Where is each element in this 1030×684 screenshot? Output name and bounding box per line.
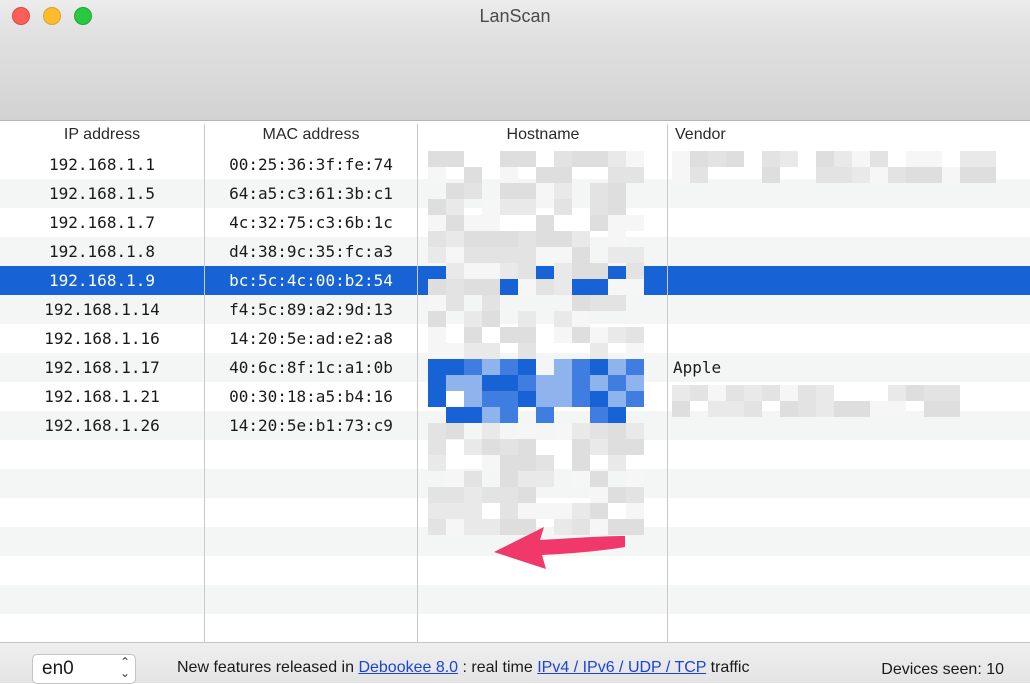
promo-suffix: traffic: [710, 659, 750, 676]
promo-prefix: New features released in: [177, 659, 354, 676]
arrow-left-icon: [494, 527, 625, 569]
interface-select[interactable]: en0 ⌃ ⌄: [32, 654, 136, 684]
mac-cell: 00:30:18:a5:b4:16: [229, 387, 393, 406]
column-header-mac[interactable]: MAC address: [205, 126, 417, 144]
protocols-link[interactable]: IPv4 / IPv6 / UDP / TCP: [537, 659, 706, 676]
ip-cell: 192.168.1.8: [49, 242, 155, 261]
ip-cell: 192.168.1.1: [49, 155, 155, 174]
empty-row: [0, 585, 1030, 614]
vendor-cell: Apple: [673, 358, 722, 377]
column-header-ip[interactable]: IP address: [0, 126, 204, 144]
redacted-vendor: [672, 385, 972, 417]
mac-cell: 00:25:36:3f:fe:74: [229, 155, 393, 174]
chevron-updown-icon: ⌃ ⌄: [119, 655, 130, 680]
mac-cell: bc:5c:4c:00:b2:54: [229, 271, 393, 290]
mac-cell: f4:5c:89:a2:9d:13: [229, 300, 393, 319]
mac-cell: 14:20:5e:ad:e2:a8: [229, 329, 393, 348]
ip-cell: 192.168.1.26: [44, 416, 160, 435]
promo-text: New features released in Debookee 8.0 : …: [177, 659, 749, 677]
interface-value: en0: [42, 658, 74, 679]
redacted-vendor: [672, 151, 996, 183]
empty-row: [0, 614, 1030, 642]
mac-cell: 40:6c:8f:1c:a1:0b: [229, 358, 393, 377]
redacted-hostnames: [428, 151, 644, 535]
column-divider[interactable]: [667, 124, 668, 642]
ip-cell: 192.168.1.16: [44, 329, 160, 348]
ip-cell: 192.168.1.7: [49, 213, 155, 232]
mac-cell: 4c:32:75:c3:6b:1c: [229, 213, 393, 232]
ip-cell: 192.168.1.5: [49, 184, 155, 203]
ip-cell: 192.168.1.9: [49, 271, 155, 290]
column-divider[interactable]: [204, 124, 205, 642]
status-bar: en0 ⌃ ⌄ New features released in Debookee…: [0, 642, 1030, 684]
window-title: LanScan: [479, 6, 551, 26]
ip-cell: 192.168.1.14: [44, 300, 160, 319]
column-divider[interactable]: [417, 124, 418, 642]
devices-table: IP address MAC address Hostname Vendor 1…: [0, 121, 1030, 642]
column-header-vendor[interactable]: Vendor: [675, 126, 1015, 144]
ip-cell: 192.168.1.21: [44, 387, 160, 406]
debookee-link[interactable]: Debookee 8.0: [358, 659, 458, 676]
table-header: IP address MAC address Hostname Vendor: [0, 121, 1030, 150]
title-bar: LanScan: [0, 0, 1030, 121]
ip-cell: 192.168.1.17: [44, 358, 160, 377]
mac-cell: d4:38:9c:35:fc:a3: [229, 242, 393, 261]
mac-cell: 64:a5:c3:61:3b:c1: [229, 184, 393, 203]
column-header-hostname[interactable]: Hostname: [418, 126, 668, 144]
devices-count: Devices seen: 10: [881, 661, 1004, 678]
promo-middle: : real time: [462, 659, 533, 676]
mac-cell: 14:20:5e:b1:73:c9: [229, 416, 393, 435]
